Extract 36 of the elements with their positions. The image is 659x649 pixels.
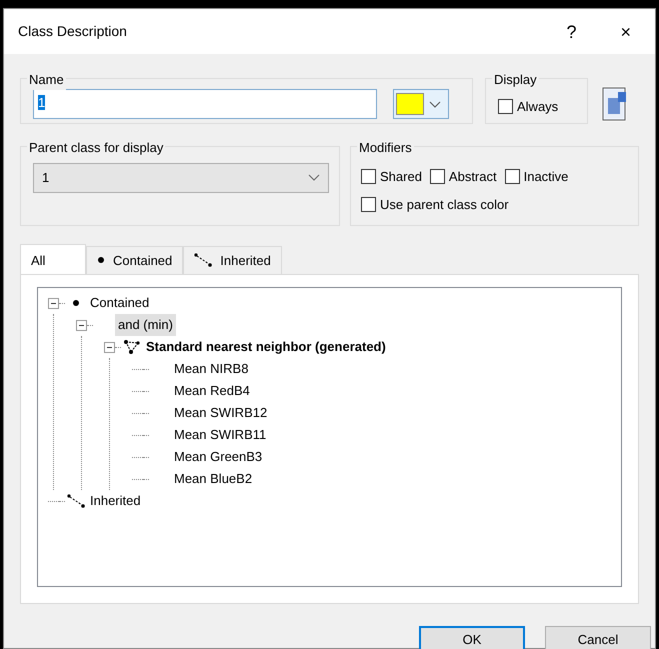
close-button[interactable]: × [610, 22, 641, 40]
checkbox[interactable]: Use parent class color [361, 194, 509, 214]
checkbox[interactable]: Inactive [504, 167, 568, 186]
collapse-icon[interactable] [48, 298, 59, 308]
collapse-icon[interactable] [76, 320, 87, 330]
tree-item[interactable]: Contained [87, 292, 152, 314]
tab[interactable]: Contained [86, 246, 184, 274]
tree-item[interactable]: Mean RedB4 [171, 380, 253, 402]
tree-item[interactable]: Inherited [87, 490, 144, 512]
caret-icon [429, 100, 441, 108]
window-title: Class Description [18, 22, 127, 41]
always-checkbox[interactable]: Always [498, 97, 575, 116]
checkbox[interactable]: Shared [361, 167, 422, 186]
collapse-icon[interactable] [104, 342, 115, 352]
name-field[interactable]: 1 [33, 89, 377, 119]
parent-class-dropdown[interactable]: 1 [33, 163, 329, 193]
dot-icon [72, 299, 80, 307]
tree-item[interactable]: and (min) [115, 314, 176, 336]
tree-item[interactable]: Mean SWIRB12 [171, 402, 270, 424]
dot-icon [97, 256, 105, 264]
dialog-button[interactable]: OK [419, 626, 525, 649]
dotted-arrow-icon [194, 253, 212, 268]
tree-item[interactable]: Mean GreenB3 [171, 446, 266, 468]
help-button[interactable]: ? [556, 22, 586, 40]
tree-item[interactable]: Mean NIRB8 [171, 358, 252, 380]
caret-icon [308, 174, 320, 182]
tree-item[interactable]: Standard nearest neighbor (generated) [143, 336, 389, 358]
tab[interactable]: Inherited [183, 246, 282, 274]
dotted-arrow-icon [67, 494, 85, 508]
color-picker[interactable] [393, 89, 449, 119]
tab[interactable]: All [20, 244, 86, 274]
dialog-button[interactable]: Cancel [545, 626, 651, 649]
network-icon [124, 339, 140, 355]
tree-item[interactable]: Mean BlueB2 [171, 468, 256, 490]
checkbox[interactable]: Abstract [430, 167, 497, 186]
tree-item[interactable]: Mean SWIRB11 [171, 424, 270, 446]
